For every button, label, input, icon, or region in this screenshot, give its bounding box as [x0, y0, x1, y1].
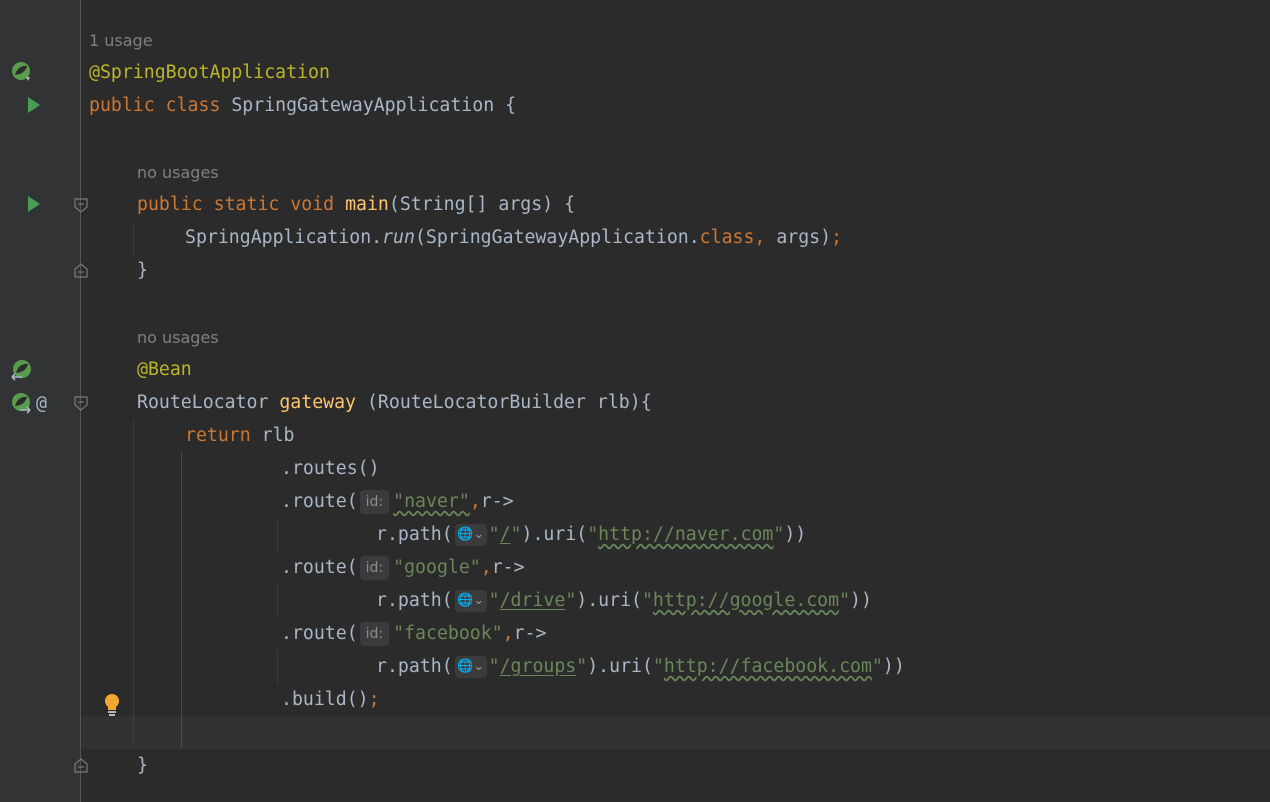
- keyword-token: class: [699, 227, 755, 248]
- implemented-icon[interactable]: @: [36, 387, 47, 420]
- run-icon[interactable]: [26, 96, 42, 114]
- code-token: ,: [469, 491, 481, 512]
- code-token: args): [765, 227, 832, 248]
- code-line-gateway-decl: RouteLocator gateway (RouteLocatorBuilde…: [81, 386, 1270, 419]
- spring-bean-icon[interactable]: [10, 392, 34, 416]
- code-token: ,: [754, 227, 766, 248]
- code-token: ": [871, 656, 883, 677]
- code-token: (SpringGatewayApplication.: [414, 227, 700, 248]
- method-name-token: main: [345, 194, 389, 215]
- code-line-main-decl: public static void main(String[] args) {: [81, 188, 1270, 221]
- code-line-route: .route(id: "google",r->: [81, 551, 1270, 584]
- run-icon[interactable]: [26, 195, 42, 213]
- method-name-token: gateway: [279, 392, 357, 413]
- code-token: ": [773, 524, 785, 545]
- keyword-token: return: [185, 425, 251, 446]
- code-line-build: .build();: [81, 683, 1270, 716]
- usage-hint[interactable]: 1 usage: [81, 24, 1270, 57]
- code-token: ).uri(: [587, 656, 653, 677]
- keyword-token: static: [213, 194, 280, 215]
- code-editor[interactable]: 1 usage @SpringBootApplication public cl…: [81, 0, 1270, 802]
- code-token: ": [565, 590, 577, 611]
- code-line-path: r.path(🌐⌄ "/drive").uri("http://google.co…: [81, 584, 1270, 617]
- code-token: )): [784, 524, 807, 545]
- globe-icon[interactable]: 🌐⌄: [454, 590, 487, 612]
- code-token: ).uri(: [576, 590, 642, 611]
- current-line-highlight: [81, 716, 1270, 749]
- code-token: ": [488, 524, 500, 545]
- annotation-token: @Bean: [137, 359, 192, 380]
- code-line-close-brace: }: [137, 755, 148, 776]
- method-call-token: run: [382, 227, 415, 248]
- code-token: ;: [831, 227, 843, 248]
- code-token: )): [882, 656, 905, 677]
- code-token: ": [488, 590, 500, 611]
- code-token: r.path(: [376, 656, 453, 677]
- code-token: r.path(: [376, 524, 453, 545]
- keyword-token: public: [89, 95, 155, 116]
- code-token: ": [652, 656, 664, 677]
- code-token: ).uri(: [521, 524, 588, 545]
- code-line-route: .route(id: "naver",r->: [81, 485, 1270, 518]
- code-line-close-brace: }: [137, 260, 148, 281]
- code-line-annotation: @SpringBootApplication: [81, 56, 1270, 89]
- spring-bean-icon[interactable]: [10, 60, 34, 84]
- code-token: r->: [491, 557, 525, 578]
- class-name-token: SpringGatewayApplication {: [220, 95, 517, 116]
- code-token: SpringApplication.: [185, 227, 383, 248]
- string-token: "google": [393, 557, 481, 578]
- code-token: .route(: [281, 557, 358, 578]
- code-token: ": [488, 656, 500, 677]
- lightbulb-icon[interactable]: [103, 693, 121, 717]
- params-token: (String[] args) {: [388, 194, 576, 215]
- code-line-route: .route(id: "facebook",r->: [81, 617, 1270, 650]
- code-token: ;: [368, 689, 380, 710]
- parameter-hint-chip: id:: [359, 622, 390, 646]
- code-line-path: r.path(🌐⌄ "/").uri("http://naver.com")): [81, 518, 1270, 551]
- code-token: ": [839, 590, 851, 611]
- usage-hint[interactable]: no usages: [81, 321, 1270, 354]
- url-link[interactable]: http://google.com: [653, 590, 839, 611]
- code-token: ": [587, 524, 599, 545]
- code-token: r.path(: [376, 590, 453, 611]
- keyword-token: public: [137, 194, 203, 215]
- code-token: ": [510, 524, 522, 545]
- code-token: ,: [480, 557, 492, 578]
- code-token: .route(: [281, 491, 358, 512]
- code-token: ": [641, 590, 653, 611]
- code-token: r->: [513, 623, 547, 644]
- code-token: .route(: [281, 623, 358, 644]
- keyword-token: class: [165, 95, 221, 116]
- code-token: ": [576, 656, 588, 677]
- globe-icon[interactable]: 🌐⌄: [454, 656, 487, 678]
- parameter-hint-chip: id:: [359, 490, 390, 514]
- code-token: ,: [502, 623, 514, 644]
- code-line-routes: .routes(): [281, 458, 380, 479]
- keyword-token: void: [290, 194, 335, 215]
- code-line-path: r.path(🌐⌄ "/groups").uri("http://facebook…: [81, 650, 1270, 683]
- code-line-return: return rlb: [81, 419, 1270, 452]
- code-token: RouteLocator: [137, 392, 280, 413]
- code-token: )): [850, 590, 872, 611]
- code-token: rlb: [250, 425, 295, 446]
- string-token[interactable]: /groups: [500, 656, 577, 677]
- code-line-class-decl: public class SpringGatewayApplication {: [81, 89, 1270, 122]
- code-line-run: SpringApplication.run(SpringGatewayAppli…: [81, 221, 1270, 254]
- string-token: "naver": [393, 491, 470, 512]
- string-token: "facebook": [393, 623, 503, 644]
- url-link[interactable]: http://naver.com: [598, 524, 773, 545]
- url-link[interactable]: http://facebook.com: [664, 656, 872, 677]
- globe-icon[interactable]: 🌐⌄: [454, 524, 487, 546]
- string-token[interactable]: /drive: [500, 590, 566, 611]
- parameter-hint-chip: id:: [359, 556, 390, 580]
- annotation-token: @SpringBootApplication: [89, 62, 330, 83]
- string-token[interactable]: /: [500, 524, 511, 545]
- spring-bean-icon[interactable]: [10, 359, 34, 383]
- code-token: (RouteLocatorBuilder rlb){: [356, 392, 652, 413]
- usage-hint[interactable]: no usages: [81, 156, 1270, 189]
- code-token: .build(): [281, 689, 369, 710]
- code-token: r->: [480, 491, 514, 512]
- code-line-bean: @Bean: [81, 353, 1270, 386]
